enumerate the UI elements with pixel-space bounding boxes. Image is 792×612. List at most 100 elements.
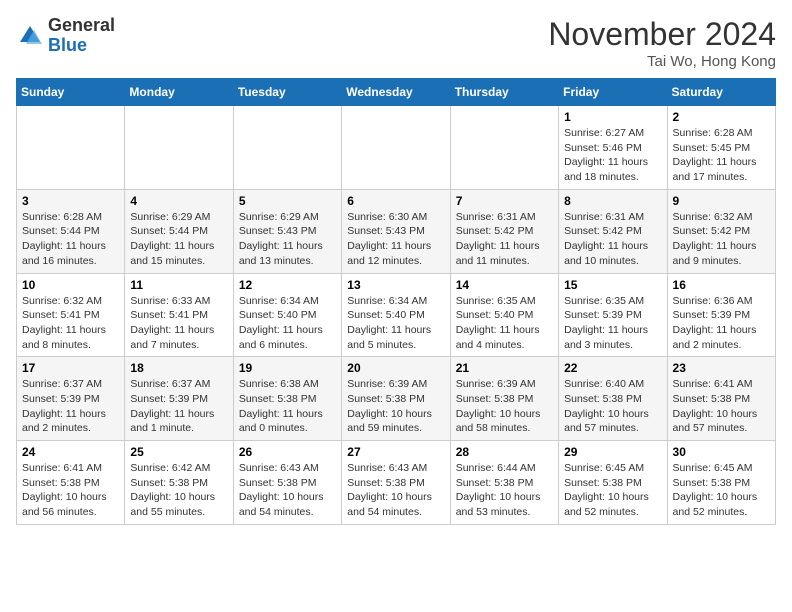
table-row: 30 Sunrise: 6:45 AM Sunset: 5:38 PM Dayli… xyxy=(667,441,775,525)
table-row: 10 Sunrise: 6:32 AM Sunset: 5:41 PM Dayli… xyxy=(17,273,125,357)
day-number: 29 xyxy=(564,445,661,459)
day-info: Sunrise: 6:38 AM Sunset: 5:38 PM Dayligh… xyxy=(239,377,336,436)
col-friday: Friday xyxy=(559,79,667,106)
day-number: 14 xyxy=(456,278,553,292)
day-number: 4 xyxy=(130,194,227,208)
table-row: 2 Sunrise: 6:28 AM Sunset: 5:45 PM Daylig… xyxy=(667,106,775,190)
day-number: 24 xyxy=(22,445,119,459)
day-info: Sunrise: 6:30 AM Sunset: 5:43 PM Dayligh… xyxy=(347,210,444,269)
day-number: 8 xyxy=(564,194,661,208)
day-number: 25 xyxy=(130,445,227,459)
day-number: 17 xyxy=(22,361,119,375)
logo-blue: Blue xyxy=(48,35,87,55)
table-row: 1 Sunrise: 6:27 AM Sunset: 5:46 PM Daylig… xyxy=(559,106,667,190)
day-info: Sunrise: 6:45 AM Sunset: 5:38 PM Dayligh… xyxy=(564,461,661,520)
day-info: Sunrise: 6:28 AM Sunset: 5:44 PM Dayligh… xyxy=(22,210,119,269)
day-info: Sunrise: 6:39 AM Sunset: 5:38 PM Dayligh… xyxy=(456,377,553,436)
day-info: Sunrise: 6:43 AM Sunset: 5:38 PM Dayligh… xyxy=(239,461,336,520)
day-info: Sunrise: 6:37 AM Sunset: 5:39 PM Dayligh… xyxy=(130,377,227,436)
day-number: 15 xyxy=(564,278,661,292)
month-title: November 2024 xyxy=(548,16,776,53)
table-row: 18 Sunrise: 6:37 AM Sunset: 5:39 PM Dayli… xyxy=(125,357,233,441)
calendar-week-row: 1 Sunrise: 6:27 AM Sunset: 5:46 PM Daylig… xyxy=(17,106,776,190)
day-info: Sunrise: 6:40 AM Sunset: 5:38 PM Dayligh… xyxy=(564,377,661,436)
day-info: Sunrise: 6:27 AM Sunset: 5:46 PM Dayligh… xyxy=(564,126,661,185)
table-row: 24 Sunrise: 6:41 AM Sunset: 5:38 PM Dayli… xyxy=(17,441,125,525)
day-number: 19 xyxy=(239,361,336,375)
col-saturday: Saturday xyxy=(667,79,775,106)
day-number: 26 xyxy=(239,445,336,459)
calendar-week-row: 24 Sunrise: 6:41 AM Sunset: 5:38 PM Dayli… xyxy=(17,441,776,525)
table-row: 29 Sunrise: 6:45 AM Sunset: 5:38 PM Dayli… xyxy=(559,441,667,525)
day-info: Sunrise: 6:28 AM Sunset: 5:45 PM Dayligh… xyxy=(673,126,770,185)
col-sunday: Sunday xyxy=(17,79,125,106)
table-row xyxy=(342,106,450,190)
table-row: 28Sunrise: 6:44 AM Sunset: 5:38 PM Dayli… xyxy=(450,441,558,525)
table-row xyxy=(450,106,558,190)
table-row: 5 Sunrise: 6:29 AM Sunset: 5:43 PM Daylig… xyxy=(233,189,341,273)
day-header-row: Sunday Monday Tuesday Wednesday Thursday… xyxy=(17,79,776,106)
table-row: 21 Sunrise: 6:39 AM Sunset: 5:38 PM Dayli… xyxy=(450,357,558,441)
day-number: 10 xyxy=(22,278,119,292)
day-number: 21 xyxy=(456,361,553,375)
table-row: 12 Sunrise: 6:34 AM Sunset: 5:40 PM Dayli… xyxy=(233,273,341,357)
table-row: 9 Sunrise: 6:32 AM Sunset: 5:42 PM Daylig… xyxy=(667,189,775,273)
day-info: Sunrise: 6:33 AM Sunset: 5:41 PM Dayligh… xyxy=(130,294,227,353)
day-info: Sunrise: 6:31 AM Sunset: 5:42 PM Dayligh… xyxy=(456,210,553,269)
day-number: 16 xyxy=(673,278,770,292)
day-info: Sunrise: 6:35 AM Sunset: 5:40 PM Dayligh… xyxy=(456,294,553,353)
table-row: 17 Sunrise: 6:37 AM Sunset: 5:39 PM Dayli… xyxy=(17,357,125,441)
day-number: 30 xyxy=(673,445,770,459)
day-info: Sunrise: 6:34 AM Sunset: 5:40 PM Dayligh… xyxy=(347,294,444,353)
calendar-week-row: 3 Sunrise: 6:28 AM Sunset: 5:44 PM Daylig… xyxy=(17,189,776,273)
table-row: 26 Sunrise: 6:43 AM Sunset: 5:38 PM Dayli… xyxy=(233,441,341,525)
calendar-table: Sunday Monday Tuesday Wednesday Thursday… xyxy=(16,78,776,525)
table-row: 19 Sunrise: 6:38 AM Sunset: 5:38 PM Dayli… xyxy=(233,357,341,441)
table-row xyxy=(17,106,125,190)
table-row: 25 Sunrise: 6:42 AM Sunset: 5:38 PM Dayli… xyxy=(125,441,233,525)
day-number: 11 xyxy=(130,278,227,292)
day-number: 12 xyxy=(239,278,336,292)
logo: General Blue xyxy=(16,16,115,56)
day-number: 5 xyxy=(239,194,336,208)
logo-general: General xyxy=(48,15,115,35)
day-number: 20 xyxy=(347,361,444,375)
table-row xyxy=(125,106,233,190)
day-number: 22 xyxy=(564,361,661,375)
logo-icon xyxy=(16,22,44,50)
table-row: 23Sunrise: 6:41 AM Sunset: 5:38 PM Dayli… xyxy=(667,357,775,441)
day-info: Sunrise: 6:42 AM Sunset: 5:38 PM Dayligh… xyxy=(130,461,227,520)
day-number: 3 xyxy=(22,194,119,208)
calendar-body: 1 Sunrise: 6:27 AM Sunset: 5:46 PM Daylig… xyxy=(17,106,776,525)
day-number: 28 xyxy=(456,445,553,459)
calendar-header: Sunday Monday Tuesday Wednesday Thursday… xyxy=(17,79,776,106)
page-header: General Blue November 2024 Tai Wo, Hong … xyxy=(16,16,776,70)
table-row: 22 Sunrise: 6:40 AM Sunset: 5:38 PM Dayli… xyxy=(559,357,667,441)
day-info: Sunrise: 6:34 AM Sunset: 5:40 PM Dayligh… xyxy=(239,294,336,353)
table-row xyxy=(233,106,341,190)
table-row: 16 Sunrise: 6:36 AM Sunset: 5:39 PM Dayli… xyxy=(667,273,775,357)
table-row: 7Sunrise: 6:31 AM Sunset: 5:42 PM Daylig… xyxy=(450,189,558,273)
day-number: 1 xyxy=(564,110,661,124)
col-monday: Monday xyxy=(125,79,233,106)
table-row: 14 Sunrise: 6:35 AM Sunset: 5:40 PM Dayli… xyxy=(450,273,558,357)
day-number: 9 xyxy=(673,194,770,208)
day-number: 2 xyxy=(673,110,770,124)
day-info: Sunrise: 6:37 AM Sunset: 5:39 PM Dayligh… xyxy=(22,377,119,436)
table-row: 13Sunrise: 6:34 AM Sunset: 5:40 PM Dayli… xyxy=(342,273,450,357)
logo-text: General Blue xyxy=(48,16,115,56)
day-info: Sunrise: 6:29 AM Sunset: 5:44 PM Dayligh… xyxy=(130,210,227,269)
day-info: Sunrise: 6:31 AM Sunset: 5:42 PM Dayligh… xyxy=(564,210,661,269)
day-info: Sunrise: 6:29 AM Sunset: 5:43 PM Dayligh… xyxy=(239,210,336,269)
day-info: Sunrise: 6:43 AM Sunset: 5:38 PM Dayligh… xyxy=(347,461,444,520)
day-info: Sunrise: 6:36 AM Sunset: 5:39 PM Dayligh… xyxy=(673,294,770,353)
table-row: 20Sunrise: 6:39 AM Sunset: 5:38 PM Dayli… xyxy=(342,357,450,441)
table-row: 8 Sunrise: 6:31 AM Sunset: 5:42 PM Daylig… xyxy=(559,189,667,273)
day-number: 18 xyxy=(130,361,227,375)
table-row: 27Sunrise: 6:43 AM Sunset: 5:38 PM Dayli… xyxy=(342,441,450,525)
location: Tai Wo, Hong Kong xyxy=(548,53,776,70)
day-info: Sunrise: 6:32 AM Sunset: 5:42 PM Dayligh… xyxy=(673,210,770,269)
day-info: Sunrise: 6:32 AM Sunset: 5:41 PM Dayligh… xyxy=(22,294,119,353)
day-info: Sunrise: 6:45 AM Sunset: 5:38 PM Dayligh… xyxy=(673,461,770,520)
day-info: Sunrise: 6:41 AM Sunset: 5:38 PM Dayligh… xyxy=(22,461,119,520)
